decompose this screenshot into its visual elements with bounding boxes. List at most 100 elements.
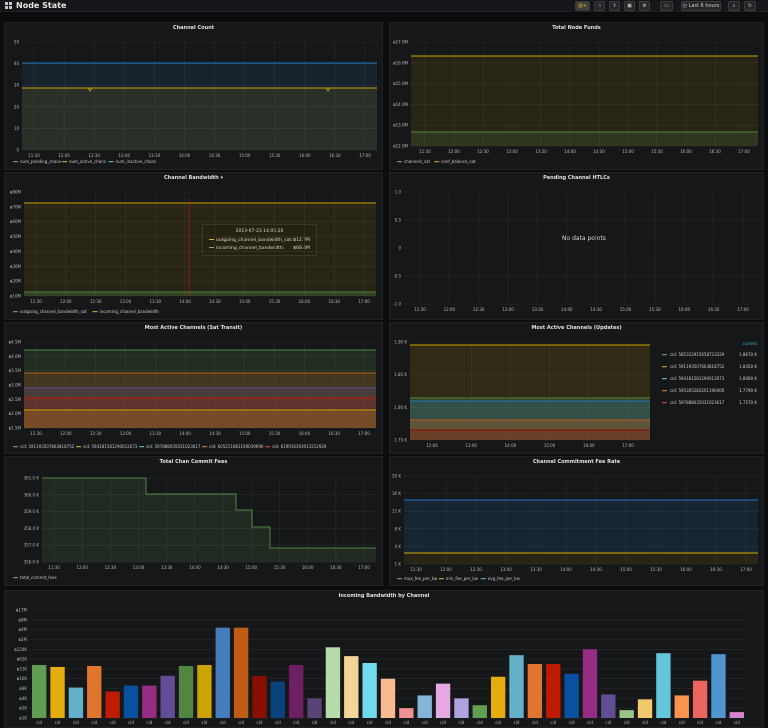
x-tick-label: 15:30 (651, 149, 663, 154)
y-tick-label: 20 (14, 104, 20, 109)
x-tick-label: 13:00 (119, 153, 131, 158)
bar-label: cid (532, 720, 538, 725)
x-tick-label: 11:30 (30, 299, 42, 304)
x-tick-label: 14:00 (564, 149, 576, 154)
x-tick-label: 12:30 (105, 565, 117, 570)
legend-header: current (743, 341, 758, 346)
y-tick-label: 20 K (392, 474, 401, 479)
y-tick-label: ฿16K (17, 676, 28, 681)
charts-svg: 50 40 30 20 10 0 11:30 12:00 12:30 13:00 13:30 14:0… (9, 40, 759, 725)
legend-item: num_inactive_chans (116, 159, 157, 164)
bar (307, 698, 322, 718)
x-tick-label: 13:00 (502, 307, 514, 312)
y-tick-label: ฿1.5M (9, 426, 22, 431)
x-tick-label: 13:00 (465, 443, 477, 448)
x-tick-label: 14:30 (209, 299, 221, 304)
y-tick-label: ฿16.0M (393, 60, 408, 65)
legend-item: cid: 597888035031023617 (146, 444, 201, 449)
bar (270, 681, 286, 718)
bar-label: cid (238, 720, 244, 725)
bar-label: cid (36, 720, 42, 725)
x-tick-label: 17:00 (359, 153, 371, 158)
bar (380, 678, 396, 718)
y-tick-label: 30 (14, 83, 20, 88)
y-tick-label: 1.80 K (394, 405, 407, 410)
bar-label: cid (587, 720, 593, 725)
y-tick-label: ฿1K (19, 716, 27, 721)
legend-item: cid: 605211981190039696 (209, 444, 264, 449)
x-tick-label: 14:30 (209, 431, 221, 436)
y-tick-label: ฿13.0M (393, 123, 408, 128)
bar-label: cid (624, 720, 630, 725)
y-tick-label: 361.0 K (24, 476, 40, 481)
series-area (24, 292, 376, 296)
y-tick-label: 1.75 K (394, 438, 407, 443)
x-tick-label: 16:30 (708, 307, 720, 312)
x-tick-label: 16:00 (299, 153, 311, 158)
x-tick-label: 15:00 (622, 149, 634, 154)
x-tick-label: 13:30 (530, 567, 542, 572)
x-tick-label: 16:00 (680, 567, 692, 572)
x-tick-label: 13:30 (535, 149, 547, 154)
y-tick-label: 1.85 K (394, 372, 407, 377)
bar-label: cid (367, 720, 373, 725)
y-tick-label: ฿17.0M (393, 40, 408, 45)
legend-item: cid: 597888035031023617 (670, 400, 725, 405)
bar (564, 673, 579, 718)
legend-item: cid: 591193507663818752 (670, 364, 725, 369)
x-tick-label: 14:30 (209, 153, 221, 158)
x-tick-label: 11:30 (419, 149, 431, 154)
x-tick-label: 16:30 (710, 567, 722, 572)
y-tick-label: ฿80M (10, 190, 22, 195)
y-tick-label: -1.0 (393, 302, 401, 307)
y-tick-label: ฿8K (19, 686, 27, 691)
y-tick-label: ฿2.5M (9, 397, 22, 402)
y-tick-label: 50 (14, 40, 20, 45)
legend-item: cid: 595305282201190400 (670, 388, 725, 393)
series-area (24, 203, 376, 296)
legend-item: conf_balance_sat (441, 159, 476, 164)
bar-label: cid (642, 720, 648, 725)
series-area (410, 430, 650, 440)
y-tick-label: 8 K (395, 526, 402, 531)
y-tick-label: 16 K (392, 491, 401, 496)
bar (417, 695, 432, 718)
x-tick-label: 12:00 (448, 149, 460, 154)
x-tick-label: 11:30 (28, 153, 40, 158)
bar (142, 685, 157, 718)
x-tick-label: 13:00 (133, 565, 145, 570)
bar-label: cid (422, 720, 428, 725)
bar-label: cid (679, 720, 685, 725)
bar-label: cid (716, 720, 722, 725)
y-tick-label: ฿70M (10, 204, 22, 209)
bar (692, 680, 708, 718)
x-tick-label: 15:00 (620, 307, 632, 312)
x-tick-label: 15:30 (650, 567, 662, 572)
bar-label: cid (734, 720, 740, 725)
y-tick-label: 4 K (395, 544, 402, 549)
x-tick-label: 15:30 (269, 431, 281, 436)
bar-label: cid (550, 720, 556, 725)
y-tick-label: ฿2.0M (9, 411, 22, 416)
bar-label: cid (459, 720, 465, 725)
bar (472, 705, 487, 718)
y-tick-label: ฿30M (10, 264, 22, 269)
bar-label: cid (257, 720, 263, 725)
bar (123, 685, 139, 718)
bar (160, 675, 175, 718)
bar-label: cid (146, 720, 152, 725)
bar-label: cid (183, 720, 189, 725)
x-tick-label: 12:30 (473, 307, 485, 312)
y-tick-label: 1.90 K (394, 340, 407, 345)
legend-value: 1.8060 K (739, 376, 757, 381)
x-tick-label: 12:00 (440, 567, 452, 572)
y-tick-label: 1.0 (395, 190, 402, 195)
y-tick-label: ฿3.0M (9, 383, 22, 388)
legend-item: cid: 594181581290012673 (83, 444, 138, 449)
series-area (404, 500, 758, 554)
bar (435, 683, 451, 718)
y-tick-label: 0 (398, 246, 401, 251)
y-tick-label: 12 K (392, 509, 401, 514)
bar-label: cid (385, 720, 391, 725)
legend-item: incoming_channel_bandwidth (100, 309, 160, 314)
